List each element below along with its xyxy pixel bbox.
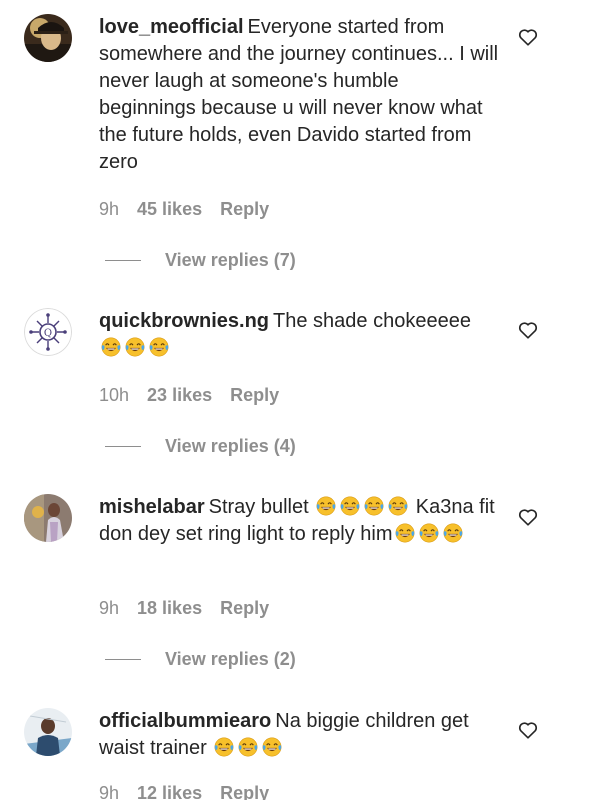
like-button[interactable] — [517, 719, 539, 741]
divider-line — [105, 445, 141, 447]
comment-time: 10h — [99, 384, 130, 405]
laughing-crying-emoji-icon — [387, 495, 409, 517]
comments-list: love_meofficial Everyone started from som… — [0, 0, 600, 800]
laughing-crying-emoji-icon — [124, 336, 146, 358]
comment-time: 9h — [99, 782, 120, 800]
comment-body: love_meofficial Everyone started from som… — [99, 14, 499, 176]
avatar[interactable] — [24, 708, 72, 756]
view-replies-label: View replies (2) — [165, 648, 296, 669]
avatar[interactable] — [24, 14, 72, 62]
like-button[interactable] — [517, 319, 539, 341]
avatar[interactable] — [24, 494, 72, 542]
heart-outline-icon — [518, 29, 538, 46]
view-replies-button[interactable]: View replies (2) — [105, 647, 296, 671]
emoji-group — [393, 523, 465, 545]
comment-time: 9h — [99, 597, 120, 618]
laughing-crying-emoji-icon — [418, 522, 440, 544]
view-replies-button[interactable]: View replies (4) — [105, 434, 296, 458]
laughing-crying-emoji-icon — [363, 495, 385, 517]
divider-line — [105, 259, 141, 261]
emoji-group — [99, 337, 171, 359]
emoji-group — [314, 496, 410, 518]
username[interactable]: officialbummiearo — [99, 710, 271, 732]
reply-button[interactable]: Reply — [220, 199, 269, 220]
laughing-crying-emoji-icon — [339, 495, 361, 517]
heart-outline-icon — [518, 322, 538, 339]
comment-body: officialbummiearo Na biggie children get … — [99, 708, 499, 762]
view-replies-label: View replies (4) — [165, 435, 296, 456]
laughing-crying-emoji-icon — [237, 736, 259, 758]
view-replies-label: View replies (7) — [165, 249, 296, 270]
username[interactable]: love_meofficial — [99, 16, 244, 38]
comment-text: Stray bullet — [208, 496, 309, 518]
username[interactable]: mishelabar — [99, 496, 205, 518]
comment-text: Everyone started from somewhere and the … — [99, 16, 499, 173]
comment-meta: 9h 45 likes Reply — [99, 197, 269, 221]
laughing-crying-emoji-icon — [315, 495, 337, 517]
reply-button[interactable]: Reply — [220, 598, 269, 619]
likes-count[interactable]: 45 likes — [137, 199, 202, 220]
like-button[interactable] — [517, 506, 539, 528]
avatar[interactable]: Q — [24, 308, 72, 356]
comment-text: The shade chokeeeee — [273, 310, 471, 332]
likes-count[interactable]: 18 likes — [137, 598, 202, 619]
laughing-crying-emoji-icon — [213, 736, 235, 758]
comment-meta: 9h 12 likes Reply — [99, 781, 269, 800]
comment-time: 9h — [99, 198, 120, 219]
reply-button[interactable]: Reply — [220, 783, 269, 800]
like-button[interactable] — [517, 26, 539, 48]
comment-body: quickbrownies.ng The shade chokeeeee — [99, 308, 499, 362]
laughing-crying-emoji-icon — [261, 736, 283, 758]
view-replies-button[interactable]: View replies (7) — [105, 248, 296, 272]
likes-count[interactable]: 23 likes — [147, 385, 212, 406]
reply-button[interactable]: Reply — [230, 385, 279, 406]
heart-outline-icon — [518, 509, 538, 526]
comment-meta: 9h 18 likes Reply — [99, 596, 269, 620]
laughing-crying-emoji-icon — [148, 336, 170, 358]
laughing-crying-emoji-icon — [100, 336, 122, 358]
emoji-group — [212, 737, 284, 759]
divider-line — [105, 658, 141, 660]
heart-outline-icon — [518, 722, 538, 739]
laughing-crying-emoji-icon — [442, 522, 464, 544]
svg-text:Q: Q — [44, 328, 52, 339]
laughing-crying-emoji-icon — [394, 522, 416, 544]
likes-count[interactable]: 12 likes — [137, 783, 202, 800]
comment-body: mishelabar Stray bullet Ka3na fit don dey… — [99, 494, 499, 548]
username[interactable]: quickbrownies.ng — [99, 310, 269, 332]
comment-meta: 10h 23 likes Reply — [99, 383, 279, 407]
